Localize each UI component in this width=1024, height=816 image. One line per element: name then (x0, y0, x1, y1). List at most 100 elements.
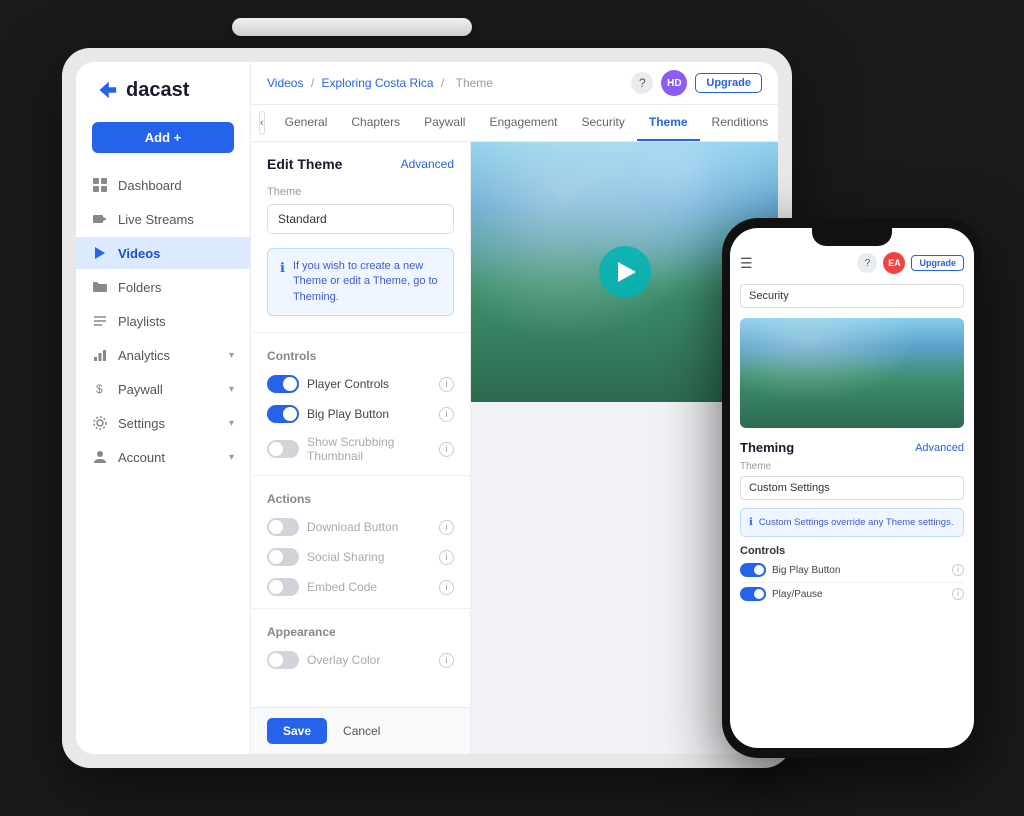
appearance-section-title: Appearance (251, 615, 470, 645)
download-button-info-icon[interactable]: i (439, 520, 454, 535)
phone-info-text: Custom Settings override any Theme setti… (759, 516, 954, 529)
phone-playpause-info-icon[interactable]: i (952, 588, 964, 600)
phone-playpause-toggle[interactable] (740, 587, 766, 601)
phone-theme-label: Theme (740, 461, 964, 472)
dacast-logo-icon (92, 78, 120, 102)
sidebar-item-settings[interactable]: Settings ▾ (76, 407, 250, 439)
save-button[interactable]: Save (267, 718, 327, 744)
phone-big-play-toggle[interactable] (740, 563, 766, 577)
tab-security[interactable]: Security (570, 105, 637, 141)
sidebar-item-playlists[interactable]: Playlists (76, 305, 250, 337)
social-sharing-toggle[interactable] (267, 548, 299, 566)
phone-security-select[interactable]: Security (740, 284, 964, 308)
add-button[interactable]: Add + (92, 122, 234, 153)
sidebar-logo: dacast (76, 78, 250, 122)
phone-big-play-info-icon[interactable]: i (952, 564, 964, 576)
phone-info-box: ℹ Custom Settings override any Theme set… (740, 508, 964, 537)
theme-info-text: If you wish to create a new Theme or edi… (293, 259, 441, 305)
theme-select-row: Standard (251, 204, 470, 248)
sidebar-item-analytics[interactable]: Analytics ▾ (76, 339, 250, 371)
tab-paywall[interactable]: Paywall (412, 105, 477, 141)
person-icon (92, 449, 108, 465)
embed-code-toggle[interactable] (267, 578, 299, 596)
avatar: HD (661, 70, 687, 96)
sidebar-item-settings-label: Settings (118, 416, 165, 431)
theme-select[interactable]: Standard (267, 204, 454, 234)
cancel-button[interactable]: Cancel (335, 718, 388, 744)
chevron-down-icon: ▾ (229, 384, 234, 395)
advanced-link[interactable]: Advanced (401, 157, 454, 171)
player-controls-info-icon[interactable]: i (439, 377, 454, 392)
sidebar-item-paywall-label: Paywall (118, 382, 163, 397)
sidebar-item-account[interactable]: Account ▾ (76, 441, 250, 473)
phone-notch (812, 228, 892, 246)
tab-bar: ‹ General Chapters Paywall Engagement (251, 105, 778, 142)
phone-info-icon: ℹ (749, 517, 753, 528)
tab-engagement[interactable]: Engagement (477, 105, 569, 141)
social-sharing-label: Social Sharing (307, 550, 431, 564)
tablet: dacast Add + Dashboard (62, 48, 792, 768)
tab-chapters[interactable]: Chapters (339, 105, 412, 141)
social-sharing-info-icon[interactable]: i (439, 550, 454, 565)
tab-general[interactable]: General (273, 105, 340, 141)
overlay-color-info-icon[interactable]: i (439, 653, 454, 668)
overlay-color-label: Overlay Color (307, 653, 431, 667)
divider-2 (251, 475, 470, 476)
header-actions: ? HD Upgrade (631, 70, 762, 96)
help-icon[interactable]: ? (631, 72, 653, 94)
sidebar-item-folders-label: Folders (118, 280, 161, 295)
overlay-color-toggle[interactable] (267, 651, 299, 669)
embed-code-info-icon[interactable]: i (439, 580, 454, 595)
chevron-down-icon: ▾ (229, 418, 234, 429)
sidebar-nav: Dashboard Live Streams (76, 169, 250, 473)
phone-content: Theming Advanced Theme Custom Settings ℹ… (730, 434, 974, 748)
phone-divider (740, 582, 964, 583)
folder-icon (92, 279, 108, 295)
phone-big-play-row: Big Play Button i (740, 563, 964, 577)
phone: ☰ ? EA Upgrade Security Theming Advanced (722, 218, 982, 758)
phone-advanced-link[interactable]: Advanced (915, 442, 964, 454)
scrubbing-thumbnail-toggle[interactable] (267, 440, 299, 458)
phone-theme-select[interactable]: Custom Settings (740, 476, 964, 500)
play-triangle-icon (618, 262, 636, 282)
big-play-button-toggle[interactable] (267, 405, 299, 423)
tab-theme[interactable]: Theme (637, 105, 700, 141)
breadcrumb-exploring[interactable]: Exploring Costa Rica (322, 76, 434, 90)
sidebar-item-folders[interactable]: Folders (76, 271, 250, 303)
content-area: Edit Theme Advanced Theme Standard ℹ (251, 142, 778, 754)
download-button-row: Download Button i (251, 512, 470, 542)
download-button-toggle[interactable] (267, 518, 299, 536)
list-icon (92, 313, 108, 329)
tab-renditions[interactable]: Renditions (700, 105, 778, 141)
phone-playpause-label: Play/Pause (772, 589, 946, 600)
breadcrumb-videos[interactable]: Videos (267, 76, 303, 90)
app-header: Videos / Exploring Costa Rica / Theme ? … (251, 62, 778, 105)
sidebar-item-dashboard-label: Dashboard (118, 178, 182, 193)
play-button-overlay[interactable] (599, 246, 651, 298)
sidebar-item-analytics-label: Analytics (118, 348, 170, 363)
divider-3 (251, 608, 470, 609)
play-icon (92, 245, 108, 261)
big-play-button-info-icon[interactable]: i (439, 407, 454, 422)
sidebar-item-account-label: Account (118, 450, 165, 465)
scrubbing-thumbnail-info-icon[interactable]: i (439, 442, 454, 457)
sidebar-item-paywall[interactable]: $ Paywall ▾ (76, 373, 250, 405)
player-controls-toggle[interactable] (267, 375, 299, 393)
save-bar: Save Cancel (251, 707, 470, 754)
breadcrumb-separator-1: / (311, 76, 314, 90)
phone-help-icon[interactable]: ? (857, 253, 877, 273)
tablet-screen: dacast Add + Dashboard (76, 62, 778, 754)
phone-upgrade-button[interactable]: Upgrade (911, 255, 964, 271)
sidebar-item-dashboard[interactable]: Dashboard (76, 169, 250, 201)
controls-section-title: Controls (251, 339, 470, 369)
upgrade-button[interactable]: Upgrade (695, 73, 762, 93)
phone-header: ☰ ? EA Upgrade (730, 246, 974, 280)
sidebar-item-livestreams[interactable]: Live Streams (76, 203, 250, 235)
hamburger-icon[interactable]: ☰ (740, 255, 753, 272)
theme-info-box: ℹ If you wish to create a new Theme or e… (267, 248, 454, 316)
divider-1 (251, 332, 470, 333)
sidebar-item-videos[interactable]: Videos (76, 237, 250, 269)
scene: dacast Add + Dashboard (32, 28, 992, 788)
back-button[interactable]: ‹ (259, 111, 265, 135)
phone-video-preview (740, 318, 964, 428)
